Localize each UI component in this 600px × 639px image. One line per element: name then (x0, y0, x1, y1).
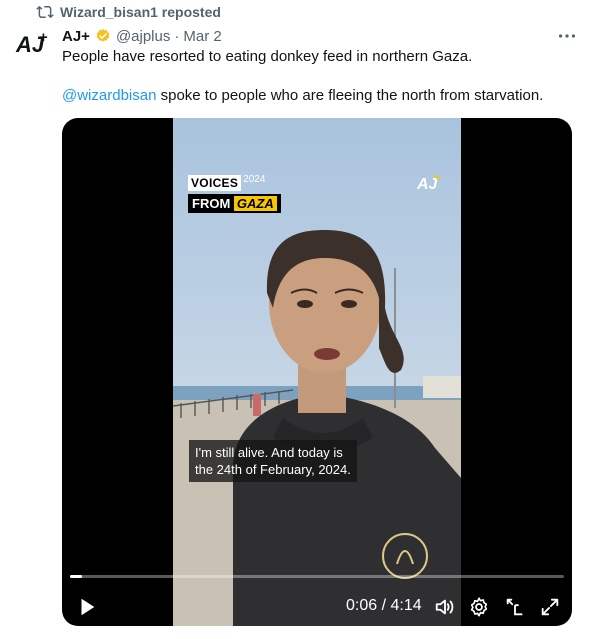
video-player[interactable]: VOICES 2024 FROM GAZA AJ + I'm still aliv… (62, 118, 572, 626)
svg-text:+: + (39, 29, 48, 46)
mention-link[interactable]: @wizardbisan (62, 87, 156, 104)
voices-from-gaza-badge: VOICES 2024 FROM GAZA (188, 174, 281, 213)
caption-line2: the 24th of February, 2024. (195, 462, 351, 477)
verified-badge-icon[interactable] (95, 28, 111, 44)
badge-voices: VOICES (188, 175, 242, 191)
separator-dot: · (174, 27, 180, 45)
badge-from-gaza: FROM GAZA (188, 194, 281, 213)
repost-icon (36, 5, 54, 19)
tweet-header: AJ+ @ajplus · Mar 2 (62, 25, 580, 47)
badge-year: 2024 (243, 174, 266, 185)
fullscreen-icon[interactable] (539, 596, 561, 618)
video-time: 0:06 / 4:14 (346, 597, 422, 614)
aj-watermark-logo: AJ + (417, 172, 440, 193)
volume-icon[interactable] (434, 596, 456, 618)
video-progress-bar[interactable] (70, 575, 564, 578)
repost-indicator[interactable]: Wizard_bisan1 reposted (36, 2, 221, 22)
caption-line1: I'm still alive. And today is (195, 445, 343, 460)
author-handle[interactable]: @ajplus (116, 28, 170, 45)
badge-gaza: GAZA (233, 196, 277, 211)
svg-text:+: + (434, 172, 440, 184)
badge-from: FROM (192, 196, 231, 211)
video-frame[interactable]: VOICES 2024 FROM GAZA AJ + I'm still aliv… (173, 118, 461, 626)
video-progress-fill (70, 575, 82, 578)
tweet-text-rest: spoke to people who are fleeing the nort… (156, 87, 544, 104)
more-options-icon[interactable] (556, 25, 578, 47)
settings-gear-icon[interactable] (468, 596, 490, 618)
repost-label: Wizard_bisan1 reposted (60, 4, 221, 20)
tweet-date[interactable]: Mar 2 (183, 28, 221, 45)
avatar[interactable]: AJ + (14, 28, 52, 62)
play-icon[interactable] (76, 596, 98, 618)
tweet-text-line1: People have resorted to eating donkey fe… (62, 48, 473, 65)
video-caption: I'm still alive. And today is the 24th o… (189, 440, 357, 482)
author-name[interactable]: AJ+ (62, 28, 90, 45)
tweet-text-line2: @wizardbisan spoke to people who are fle… (62, 86, 543, 106)
pop-out-player-icon[interactable] (504, 596, 526, 618)
